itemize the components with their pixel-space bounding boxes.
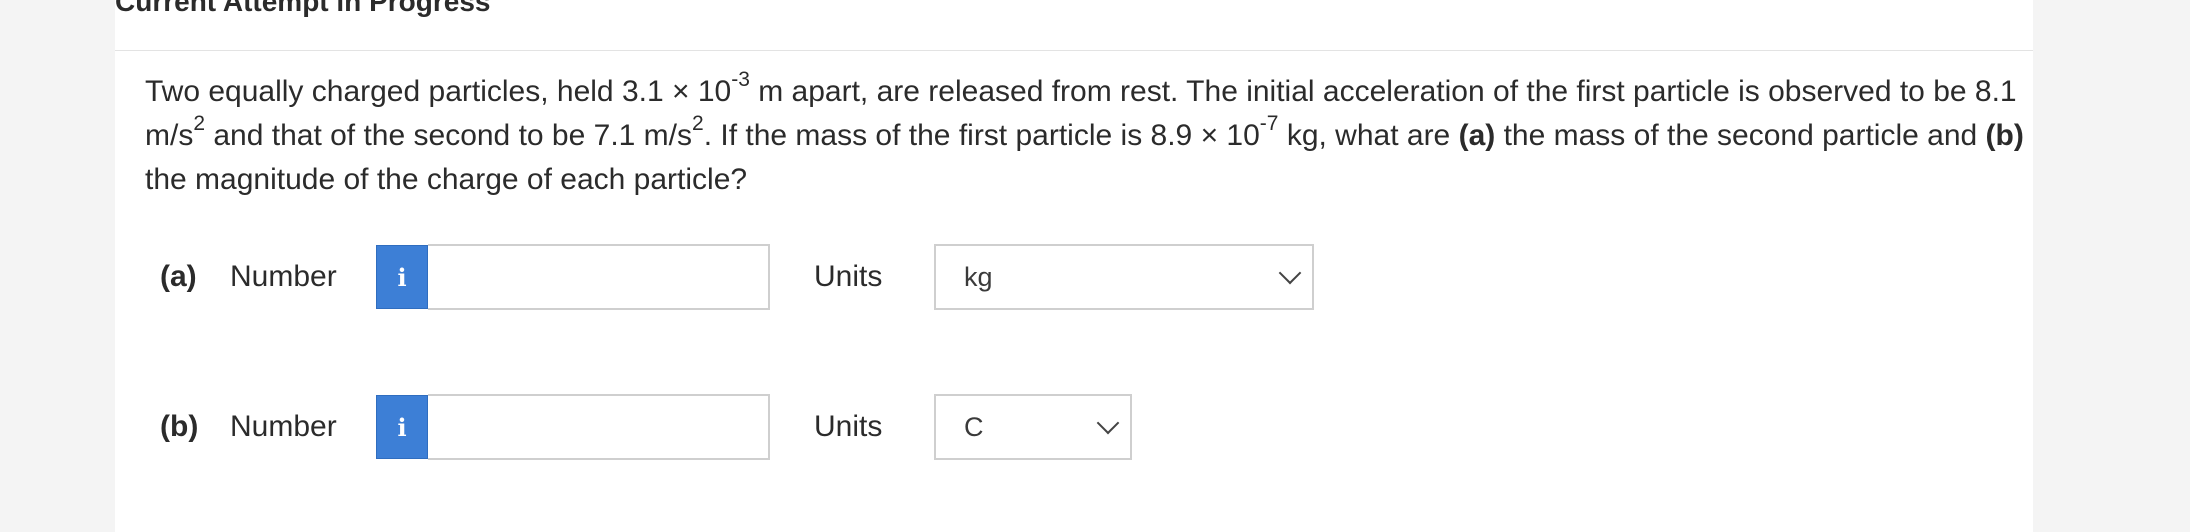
question-fragment: . If the mass of the first particle is 8… [703, 119, 1260, 152]
chevron-down-icon [1096, 411, 1120, 435]
chevron-down-icon [1278, 261, 1302, 285]
units-selected-value: C [964, 411, 984, 442]
divider [115, 50, 2033, 51]
answer-row-a: (a) Number i Units kg [160, 244, 1314, 310]
units-label: Units [814, 260, 883, 293]
part-label: (b) [160, 410, 199, 443]
question-fragment: the magnitude of the charge of each part… [145, 163, 748, 196]
exponent: 2 [692, 112, 704, 135]
number-input-b[interactable] [428, 394, 770, 460]
question-panel: Current Attempt in Progress Two equally … [115, 0, 2033, 532]
number-label: Number [230, 410, 337, 443]
units-select-a[interactable]: kg [934, 244, 1314, 310]
info-icon[interactable]: i [376, 245, 428, 309]
number-input-a[interactable] [428, 244, 770, 310]
part-a-marker: (a) [1458, 119, 1496, 152]
question-fragment: and that of the second to be 7.1 m/s [205, 119, 693, 152]
page-title: Current Attempt in Progress [115, 0, 491, 17]
number-label: Number [230, 260, 337, 293]
answer-row-b: (b) Number i Units C [160, 394, 1132, 460]
part-label: (a) [160, 260, 197, 293]
exponent: -7 [1259, 112, 1279, 135]
question-fragment: kg, what are [1278, 119, 1459, 152]
units-select-b[interactable]: C [934, 394, 1132, 460]
exponent: -3 [731, 68, 750, 91]
units-selected-value: kg [964, 261, 993, 292]
question-text: Two equally charged particles, held 3.1 … [145, 68, 2025, 202]
info-icon[interactable]: i [376, 395, 428, 459]
question-fragment: the mass of the second particle and [1495, 119, 1986, 152]
exponent: 2 [193, 112, 206, 135]
units-label: Units [814, 410, 883, 443]
question-fragment: Two equally charged particles, held 3.1 … [145, 75, 732, 108]
part-b-marker: (b) [1985, 119, 2024, 152]
